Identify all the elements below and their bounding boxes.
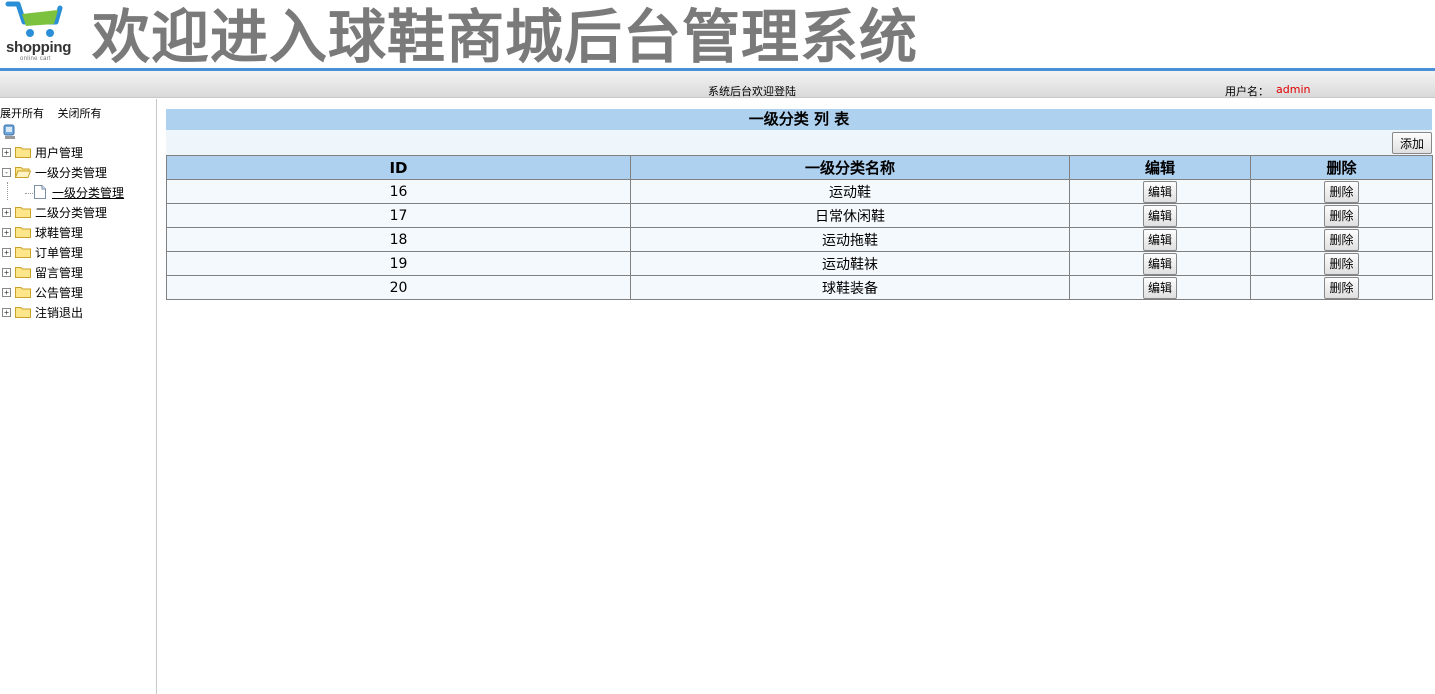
column-header-edit: 编辑 xyxy=(1069,155,1251,180)
cell-id: 16 xyxy=(166,179,631,204)
cell-edit: 编辑 xyxy=(1069,251,1251,276)
status-bar: 系统后台欢迎登陆 用户名： admin xyxy=(0,71,1435,98)
folder-icon xyxy=(15,307,31,318)
welcome-text: 系统后台欢迎登陆 xyxy=(708,85,796,98)
sidebar-item-level2-category[interactable]: + 二级分类管理 xyxy=(2,203,107,221)
edit-button[interactable]: 编辑 xyxy=(1142,204,1177,227)
edit-button[interactable]: 编辑 xyxy=(1142,276,1177,299)
open-folder-icon xyxy=(15,167,31,178)
cell-name: 运动鞋 xyxy=(630,179,1070,204)
sidebar-item-label: 一级分类管理 xyxy=(35,165,108,180)
cell-delete: 删除 xyxy=(1250,251,1433,276)
table-row: 19 运动鞋袜 编辑 删除 xyxy=(166,251,1433,276)
sidebar-item-order-management[interactable]: + 订单管理 xyxy=(2,243,83,261)
delete-button[interactable]: 删除 xyxy=(1324,252,1359,275)
header: shopping online cart 欢迎进入球鞋商城后台管理系统 xyxy=(0,0,1435,71)
table-row: 18 运动拖鞋 编辑 删除 xyxy=(166,227,1433,252)
collapse-all-link[interactable]: 关闭所有 xyxy=(58,107,102,120)
list-title: 一级分类 列 表 xyxy=(166,109,1432,130)
expand-toggle-icon[interactable]: + xyxy=(2,207,11,217)
delete-button[interactable]: 删除 xyxy=(1324,180,1359,203)
delete-button[interactable]: 删除 xyxy=(1324,204,1359,227)
cell-edit: 编辑 xyxy=(1069,203,1251,228)
category-table: ID 一级分类名称 编辑 删除 16 运动鞋 编辑 删除 17 日常休闲鞋 编辑… xyxy=(166,155,1433,300)
cell-id: 19 xyxy=(166,251,631,276)
cell-name: 球鞋装备 xyxy=(630,275,1070,300)
expand-toggle-icon[interactable]: + xyxy=(2,227,11,237)
folder-icon xyxy=(15,247,31,258)
sidebar-item-label: 二级分类管理 xyxy=(35,205,108,220)
expand-all-link[interactable]: 展开所有 xyxy=(0,107,44,120)
expand-toggle-icon[interactable]: + xyxy=(2,287,11,297)
username-label: 用户名： xyxy=(1225,85,1269,98)
sidebar-subitem-level1-category[interactable]: 一级分类管理 xyxy=(34,183,124,201)
computer-root-icon xyxy=(3,124,15,139)
cell-id: 17 xyxy=(166,203,631,228)
app-title: 欢迎进入球鞋商城后台管理系统 xyxy=(92,3,919,71)
sidebar-subitem-label: 一级分类管理 xyxy=(52,185,125,200)
folder-icon xyxy=(15,207,31,218)
column-header-id: ID xyxy=(166,155,631,180)
cell-name: 运动拖鞋 xyxy=(630,227,1070,252)
expand-toggle-icon[interactable]: + xyxy=(2,147,11,157)
table-row: 16 运动鞋 编辑 删除 xyxy=(166,179,1433,204)
edit-button[interactable]: 编辑 xyxy=(1142,180,1177,203)
cell-edit: 编辑 xyxy=(1069,275,1251,300)
logo-subtext: online cart xyxy=(20,56,51,62)
sidebar-item-shoe-management[interactable]: + 球鞋管理 xyxy=(2,223,83,241)
sidebar-item-level1-category[interactable]: - 一级分类管理 xyxy=(2,163,107,181)
document-icon xyxy=(34,185,46,199)
folder-icon xyxy=(15,147,31,158)
delete-button[interactable]: 删除 xyxy=(1324,228,1359,251)
cell-delete: 删除 xyxy=(1250,203,1433,228)
add-button[interactable]: 添加 xyxy=(1391,132,1432,154)
sidebar-item-label: 球鞋管理 xyxy=(35,225,84,240)
delete-button[interactable]: 删除 xyxy=(1324,276,1359,299)
sidebar-item-label: 留言管理 xyxy=(35,265,84,280)
expand-toggle-icon[interactable]: + xyxy=(2,267,11,277)
folder-icon xyxy=(15,227,31,238)
edit-button[interactable]: 编辑 xyxy=(1142,252,1177,275)
table-row: 20 球鞋装备 编辑 删除 xyxy=(166,275,1433,300)
cell-delete: 删除 xyxy=(1250,179,1433,204)
tree-controls: 展开所有 关闭所有 xyxy=(0,105,112,121)
tree-connector xyxy=(7,182,8,200)
cell-id: 18 xyxy=(166,227,631,252)
sidebar-item-user-management[interactable]: + 用户管理 xyxy=(2,143,83,161)
sidebar-item-notice-management[interactable]: + 公告管理 xyxy=(2,283,83,301)
username-value: admin xyxy=(1276,83,1311,96)
toolbar: 添加 xyxy=(166,130,1432,155)
sidebar-item-message-management[interactable]: + 留言管理 xyxy=(2,263,83,281)
folder-icon xyxy=(15,287,31,298)
cell-name: 运动鞋袜 xyxy=(630,251,1070,276)
cell-delete: 删除 xyxy=(1250,275,1433,300)
sidebar-item-logout[interactable]: + 注销退出 xyxy=(2,303,83,321)
cell-edit: 编辑 xyxy=(1069,227,1251,252)
expand-toggle-icon[interactable]: + xyxy=(2,247,11,257)
sidebar-item-label: 用户管理 xyxy=(35,145,84,160)
sidebar-item-label: 注销退出 xyxy=(35,305,84,320)
collapse-toggle-icon[interactable]: - xyxy=(2,167,11,177)
folder-icon xyxy=(15,267,31,278)
cell-edit: 编辑 xyxy=(1069,179,1251,204)
edit-button[interactable]: 编辑 xyxy=(1142,228,1177,251)
cell-delete: 删除 xyxy=(1250,227,1433,252)
column-header-delete: 删除 xyxy=(1250,155,1433,180)
sidebar: 展开所有 关闭所有 + 用户管理 - 一级分类管理 一级分类管理 + 二级分类管… xyxy=(0,99,157,694)
sidebar-item-label: 公告管理 xyxy=(35,285,84,300)
sidebar-item-label: 订单管理 xyxy=(35,245,84,260)
logo-text: shopping xyxy=(6,39,72,56)
expand-toggle-icon[interactable]: + xyxy=(2,307,11,317)
main-content: 一级分类 列 表 添加 ID 一级分类名称 编辑 删除 16 运动鞋 编辑 删除… xyxy=(166,109,1433,300)
cell-id: 20 xyxy=(166,275,631,300)
column-header-name: 一级分类名称 xyxy=(630,155,1070,180)
cell-name: 日常休闲鞋 xyxy=(630,203,1070,228)
table-row: 17 日常休闲鞋 编辑 删除 xyxy=(166,203,1433,228)
table-header-row: ID 一级分类名称 编辑 删除 xyxy=(166,155,1433,180)
